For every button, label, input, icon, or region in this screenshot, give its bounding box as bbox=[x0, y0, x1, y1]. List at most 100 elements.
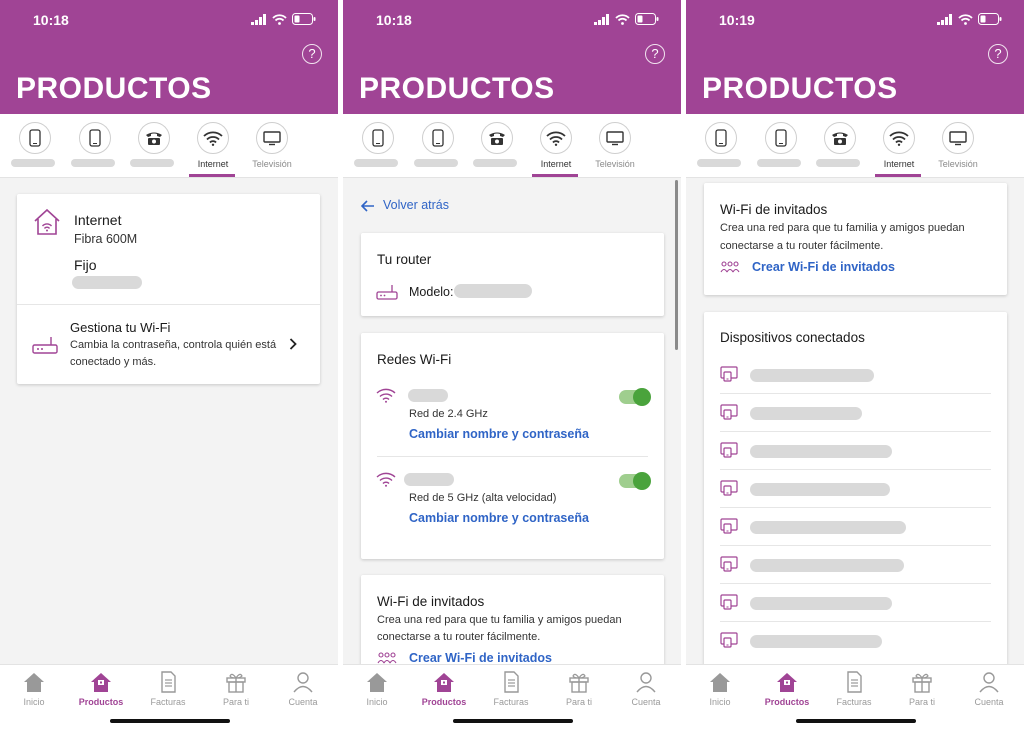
battery-icon bbox=[978, 13, 1002, 25]
tab-mobile-1[interactable] bbox=[348, 122, 408, 178]
signal-icon bbox=[251, 13, 266, 25]
help-icon[interactable]: ? bbox=[645, 44, 665, 64]
redacted-label bbox=[473, 159, 517, 167]
active-tab-indicator bbox=[532, 174, 578, 177]
document-icon bbox=[161, 671, 176, 693]
tab-landline[interactable] bbox=[810, 122, 870, 178]
tab-internet[interactable]: Internet bbox=[869, 122, 929, 178]
device-row[interactable] bbox=[704, 394, 1007, 432]
router-icon bbox=[376, 285, 398, 300]
nav-products[interactable]: Productos bbox=[416, 671, 472, 711]
redacted-device-name bbox=[750, 559, 904, 572]
redacted-device-name bbox=[750, 483, 890, 496]
create-guest-wifi-link[interactable]: Crear Wi-Fi de invitados bbox=[752, 260, 895, 274]
guest-wifi-card: Wi-Fi de invitados Crea una red para que… bbox=[704, 183, 1007, 295]
landline-phone-icon bbox=[832, 132, 848, 145]
router-icon bbox=[32, 337, 58, 354]
page-title: PRODUCTOS bbox=[16, 72, 212, 105]
chevron-right-icon bbox=[289, 338, 297, 350]
device-row[interactable] bbox=[704, 546, 1007, 584]
nav-account[interactable]: Cuenta bbox=[618, 671, 674, 711]
status-time: 10:18 bbox=[33, 12, 69, 28]
device-row[interactable] bbox=[704, 356, 1007, 394]
nav-for-you[interactable]: Para ti bbox=[208, 671, 264, 711]
nav-home[interactable]: Inicio bbox=[6, 671, 62, 711]
nav-account[interactable]: Cuenta bbox=[275, 671, 331, 711]
wifi-icon bbox=[376, 472, 396, 487]
guest-wifi-title: Wi-Fi de invitados bbox=[720, 202, 828, 217]
edit-network-5g-link[interactable]: Cambiar nombre y contraseña bbox=[409, 511, 589, 525]
mobile-phone-icon bbox=[89, 129, 101, 147]
products-house-icon bbox=[91, 673, 111, 692]
nav-for-you[interactable]: Para ti bbox=[551, 671, 607, 711]
nav-account[interactable]: Cuenta bbox=[961, 671, 1017, 711]
landline-phone-icon bbox=[489, 132, 505, 145]
device-row[interactable] bbox=[704, 432, 1007, 470]
gift-icon bbox=[226, 673, 246, 693]
tab-mobile-2[interactable] bbox=[751, 122, 811, 178]
tab-mobile-2[interactable] bbox=[65, 122, 125, 178]
router-model-label: Modelo: bbox=[409, 285, 454, 299]
television-icon bbox=[263, 130, 281, 145]
home-indicator bbox=[453, 719, 573, 723]
edit-network-2g-link[interactable]: Cambiar nombre y contraseña bbox=[409, 427, 589, 441]
nav-bills[interactable]: Facturas bbox=[826, 671, 882, 711]
tab-internet[interactable]: Internet bbox=[183, 122, 243, 178]
screen-router-detail: 10:18 ? PRODUCTOS Internet Televisión Vo… bbox=[343, 0, 681, 730]
device-row[interactable] bbox=[704, 470, 1007, 508]
nav-bills[interactable]: Facturas bbox=[483, 671, 539, 711]
redacted-label bbox=[757, 159, 801, 167]
status-icons bbox=[251, 12, 316, 26]
gift-icon bbox=[569, 673, 589, 693]
tab-internet-label: Internet bbox=[883, 159, 915, 169]
redacted-device-name bbox=[750, 597, 892, 610]
device-row[interactable] bbox=[704, 622, 1007, 660]
status-icons bbox=[594, 12, 659, 26]
landline-phone-icon bbox=[146, 132, 162, 145]
create-guest-wifi-link[interactable]: Crear Wi-Fi de invitados bbox=[409, 651, 552, 664]
tab-internet[interactable]: Internet bbox=[526, 122, 586, 178]
guest-wifi-card: Wi-Fi de invitados Crea una red para que… bbox=[361, 575, 664, 664]
wifi-icon bbox=[546, 131, 566, 146]
tab-mobile-1[interactable] bbox=[691, 122, 751, 178]
nav-bills[interactable]: Facturas bbox=[140, 671, 196, 711]
mobile-phone-icon bbox=[432, 129, 444, 147]
tab-mobile-2[interactable] bbox=[408, 122, 468, 178]
row-divider bbox=[377, 456, 648, 457]
scrollbar[interactable] bbox=[675, 180, 678, 350]
television-icon bbox=[949, 130, 967, 145]
tab-television[interactable]: Televisión bbox=[242, 122, 302, 178]
wifi-2g-toggle[interactable] bbox=[619, 388, 651, 406]
status-icons bbox=[937, 12, 1002, 26]
user-icon bbox=[293, 672, 313, 693]
product-tabs: Internet Televisión bbox=[686, 114, 1024, 178]
device-row[interactable] bbox=[704, 508, 1007, 546]
redacted-device-name bbox=[750, 407, 862, 420]
guest-wifi-desc-1: Crea una red para que tu familia y amigo… bbox=[377, 614, 622, 626]
device-icon bbox=[720, 556, 740, 577]
redacted-label bbox=[414, 159, 458, 167]
redacted-device-name bbox=[750, 445, 892, 458]
nav-products[interactable]: Productos bbox=[759, 671, 815, 711]
app-header: 10:19 ? PRODUCTOS bbox=[686, 0, 1024, 114]
page-title: PRODUCTOS bbox=[359, 72, 555, 105]
tab-television[interactable]: Televisión bbox=[585, 122, 645, 178]
tab-television[interactable]: Televisión bbox=[928, 122, 988, 178]
tab-landline[interactable] bbox=[467, 122, 527, 178]
guest-wifi-desc-2: conectarse a tu router fácilmente. bbox=[377, 631, 541, 643]
help-icon[interactable]: ? bbox=[988, 44, 1008, 64]
redacted-device-name bbox=[750, 369, 874, 382]
nav-products[interactable]: Productos bbox=[73, 671, 129, 711]
mobile-phone-icon bbox=[372, 129, 384, 147]
wifi-5g-toggle[interactable] bbox=[619, 472, 651, 490]
nav-home[interactable]: Inicio bbox=[692, 671, 748, 711]
device-row[interactable] bbox=[704, 584, 1007, 622]
nav-home[interactable]: Inicio bbox=[349, 671, 405, 711]
tab-mobile-1[interactable] bbox=[5, 122, 65, 178]
tab-landline[interactable] bbox=[124, 122, 184, 178]
manage-wifi-row[interactable]: Gestiona tu Wi-Fi Cambia la contraseña, … bbox=[17, 305, 320, 384]
device-icon bbox=[720, 480, 740, 501]
product-tabs: Internet Televisión bbox=[343, 114, 681, 178]
nav-for-you[interactable]: Para ti bbox=[894, 671, 950, 711]
help-icon[interactable]: ? bbox=[302, 44, 322, 64]
